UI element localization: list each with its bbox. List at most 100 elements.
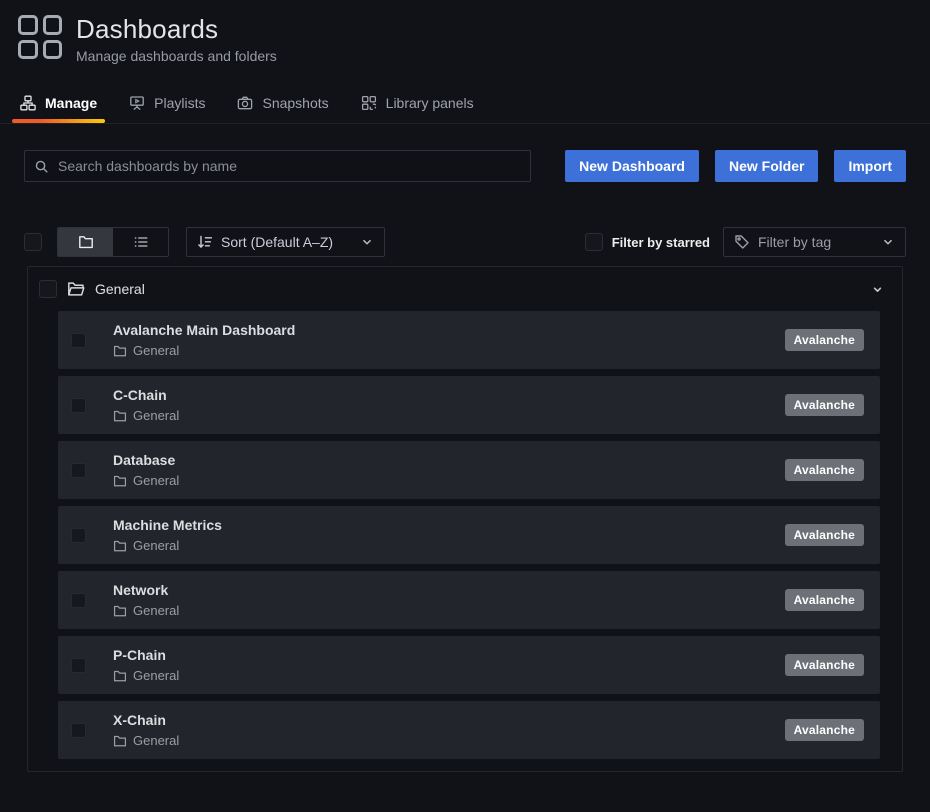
filter-starred-label: Filter by starred bbox=[612, 235, 710, 250]
search-box bbox=[24, 150, 531, 182]
dashboard-title[interactable]: X-Chain bbox=[113, 712, 179, 728]
sitemap-icon bbox=[20, 95, 36, 111]
title-block: Dashboards Manage dashboards and folders bbox=[76, 14, 277, 64]
page-subtitle: Manage dashboards and folders bbox=[76, 48, 277, 64]
tab-snapshots[interactable]: Snapshots bbox=[227, 86, 338, 123]
folder-icon bbox=[113, 734, 127, 748]
camera-icon bbox=[237, 95, 253, 111]
dashboard-row[interactable]: Avalanche Main Dashboard General Avalanc… bbox=[58, 311, 880, 369]
select-all-checkbox[interactable] bbox=[24, 233, 42, 251]
dashboard-row[interactable]: C-Chain General Avalanche bbox=[58, 376, 880, 434]
dashboards-page: Dashboards Manage dashboards and folders… bbox=[0, 0, 930, 772]
search-icon bbox=[34, 159, 49, 174]
tab-playlists[interactable]: Playlists bbox=[119, 86, 215, 123]
dashboard-row[interactable]: X-Chain General Avalanche bbox=[58, 701, 880, 759]
dashboard-folder-sub: General bbox=[113, 669, 179, 683]
actions-row: New Dashboard New Folder Import bbox=[24, 150, 906, 182]
tag-icon bbox=[734, 234, 750, 250]
row-main: Machine Metrics General bbox=[113, 517, 222, 553]
row-main: X-Chain General bbox=[113, 712, 179, 748]
folder-icon bbox=[113, 604, 127, 618]
new-dashboard-button[interactable]: New Dashboard bbox=[565, 150, 699, 182]
sort-amount-down-icon bbox=[197, 234, 213, 250]
new-folder-button[interactable]: New Folder bbox=[715, 150, 818, 182]
sort-select-value: Sort (Default A–Z) bbox=[221, 234, 333, 250]
library-panels-icon bbox=[361, 95, 377, 111]
tab-manage[interactable]: Manage bbox=[10, 86, 107, 123]
dashboard-folder: General bbox=[133, 734, 179, 748]
results-panel: General Avalanche Main Dashboard General… bbox=[27, 266, 903, 772]
row-checkbox[interactable] bbox=[71, 658, 86, 673]
chevron-down-icon[interactable] bbox=[871, 283, 884, 296]
row-main: Database General bbox=[113, 452, 179, 488]
chevron-down-icon bbox=[360, 235, 374, 249]
folder-icon bbox=[113, 539, 127, 553]
tag-badge[interactable]: Avalanche bbox=[785, 524, 864, 546]
dashboard-folder: General bbox=[133, 539, 179, 553]
tag-badge[interactable]: Avalanche bbox=[785, 329, 864, 351]
dashboard-folder-sub: General bbox=[113, 734, 179, 748]
folder-icon bbox=[113, 669, 127, 683]
dashboard-folder-sub: General bbox=[113, 409, 179, 423]
folder-checkbox[interactable] bbox=[39, 280, 57, 298]
row-checkbox[interactable] bbox=[71, 593, 86, 608]
tag-badge[interactable]: Avalanche bbox=[785, 589, 864, 611]
chevron-down-icon bbox=[881, 235, 895, 249]
filter-tag-value: Filter by tag bbox=[758, 234, 831, 250]
dashboard-folder: General bbox=[133, 474, 179, 488]
dashboard-title[interactable]: Avalanche Main Dashboard bbox=[113, 322, 295, 338]
list-view-button[interactable] bbox=[113, 228, 168, 256]
row-main: Network General bbox=[113, 582, 179, 618]
filter-starred: Filter by starred bbox=[585, 233, 710, 251]
folder-section-header[interactable]: General bbox=[28, 267, 902, 308]
dashboard-row[interactable]: P-Chain General Avalanche bbox=[58, 636, 880, 694]
import-button[interactable]: Import bbox=[834, 150, 906, 182]
dashboard-title[interactable]: P-Chain bbox=[113, 647, 179, 663]
folder-view-icon bbox=[78, 234, 94, 250]
folder-open-icon bbox=[67, 280, 85, 298]
sort-select[interactable]: Sort (Default A–Z) bbox=[186, 227, 385, 257]
dashboard-folder: General bbox=[133, 669, 179, 683]
page-title: Dashboards bbox=[76, 14, 277, 44]
filter-tag-select[interactable]: Filter by tag bbox=[723, 227, 906, 257]
toolbar: Sort (Default A–Z) Filter by starred Fil… bbox=[24, 227, 906, 257]
tag-badge[interactable]: Avalanche bbox=[785, 654, 864, 676]
dashboard-folder: General bbox=[133, 344, 179, 358]
row-checkbox[interactable] bbox=[71, 528, 86, 543]
list-view-icon bbox=[133, 234, 149, 250]
page-header: Dashboards Manage dashboards and folders bbox=[0, 0, 930, 64]
tab-label: Manage bbox=[45, 95, 97, 111]
dashboard-title[interactable]: Machine Metrics bbox=[113, 517, 222, 533]
tab-label: Library panels bbox=[386, 95, 474, 111]
dashboard-folder-sub: General bbox=[113, 539, 222, 553]
view-mode-toggle bbox=[57, 227, 169, 257]
dashboard-title[interactable]: Network bbox=[113, 582, 179, 598]
tab-bar: Manage Playlists Snapshots bbox=[0, 86, 930, 124]
tab-library-panels[interactable]: Library panels bbox=[351, 86, 484, 123]
dashboard-title[interactable]: Database bbox=[113, 452, 179, 468]
presentation-play-icon bbox=[129, 95, 145, 111]
dashboard-folder: General bbox=[133, 409, 179, 423]
dashboard-row[interactable]: Network General Avalanche bbox=[58, 571, 880, 629]
row-checkbox[interactable] bbox=[71, 463, 86, 478]
dashboard-row[interactable]: Database General Avalanche bbox=[58, 441, 880, 499]
row-main: C-Chain General bbox=[113, 387, 179, 423]
tag-badge[interactable]: Avalanche bbox=[785, 459, 864, 481]
filter-starred-checkbox[interactable] bbox=[585, 233, 603, 251]
folder-view-button[interactable] bbox=[58, 228, 113, 256]
dashboard-row[interactable]: Machine Metrics General Avalanche bbox=[58, 506, 880, 564]
row-checkbox[interactable] bbox=[71, 398, 86, 413]
row-checkbox[interactable] bbox=[71, 723, 86, 738]
tag-badge[interactable]: Avalanche bbox=[785, 719, 864, 741]
dashboard-folder-sub: General bbox=[113, 474, 179, 488]
folder-icon bbox=[113, 409, 127, 423]
row-checkbox[interactable] bbox=[71, 333, 86, 348]
search-input[interactable] bbox=[56, 157, 521, 175]
folder-icon bbox=[113, 344, 127, 358]
folder-icon bbox=[113, 474, 127, 488]
dashboard-title[interactable]: C-Chain bbox=[113, 387, 179, 403]
row-main: Avalanche Main Dashboard General bbox=[113, 322, 295, 358]
apps-icon bbox=[18, 15, 62, 59]
tab-label: Snapshots bbox=[262, 95, 328, 111]
tag-badge[interactable]: Avalanche bbox=[785, 394, 864, 416]
